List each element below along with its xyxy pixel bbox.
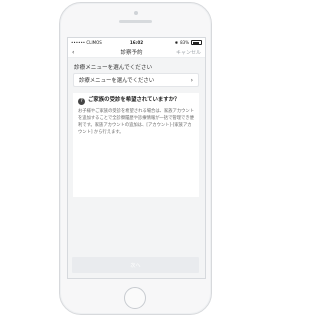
status-left: •••••• CLIMOS — [71, 40, 115, 45]
menu-select-row[interactable]: 診療メニューを選んでください › — [73, 73, 199, 87]
front-camera — [134, 11, 138, 15]
status-time: 16:02 — [129, 40, 144, 45]
carrier-label: •••••• CLIMOS — [71, 40, 102, 45]
home-button[interactable] — [124, 287, 146, 309]
chevron-right-icon: › — [190, 76, 193, 84]
question-icon: ? — [78, 98, 85, 105]
status-bar: •••••• CLIMOS 16:02 ✱ 83% — [68, 38, 205, 47]
battery-icon — [191, 40, 203, 45]
status-right: ✱ 83% — [158, 40, 203, 45]
back-chevron-icon[interactable]: ‹ — [72, 49, 90, 56]
menu-select-label: 診療メニューを選んでください — [79, 78, 155, 84]
info-header: ? ご家族の受診を希望されていますか？ — [78, 97, 194, 105]
earpiece-speaker — [119, 20, 152, 23]
app-screen: •••••• CLIMOS 16:02 ✱ 83% ‹ 診察予約 キャンセル 診… — [67, 37, 206, 279]
next-button[interactable]: 次へ — [72, 257, 199, 273]
family-info-card: ? ご家族の受診を希望されていますか？ お子様やご家族の受診を希望される場合は、… — [73, 93, 199, 197]
nav-bar: ‹ 診察予約 キャンセル — [68, 47, 205, 58]
info-body: お子様やご家族の受診を希望される場合は、家族アカウントを追加することで全診察履歴… — [78, 109, 195, 135]
cancel-button[interactable]: キャンセル — [173, 49, 201, 56]
bluetooth-icon: ✱ — [174, 40, 179, 45]
page-title: 診察予約 — [120, 50, 143, 56]
info-title: ご家族の受診を希望されていますか？ — [88, 97, 180, 103]
battery-percent: 83% — [180, 40, 190, 45]
